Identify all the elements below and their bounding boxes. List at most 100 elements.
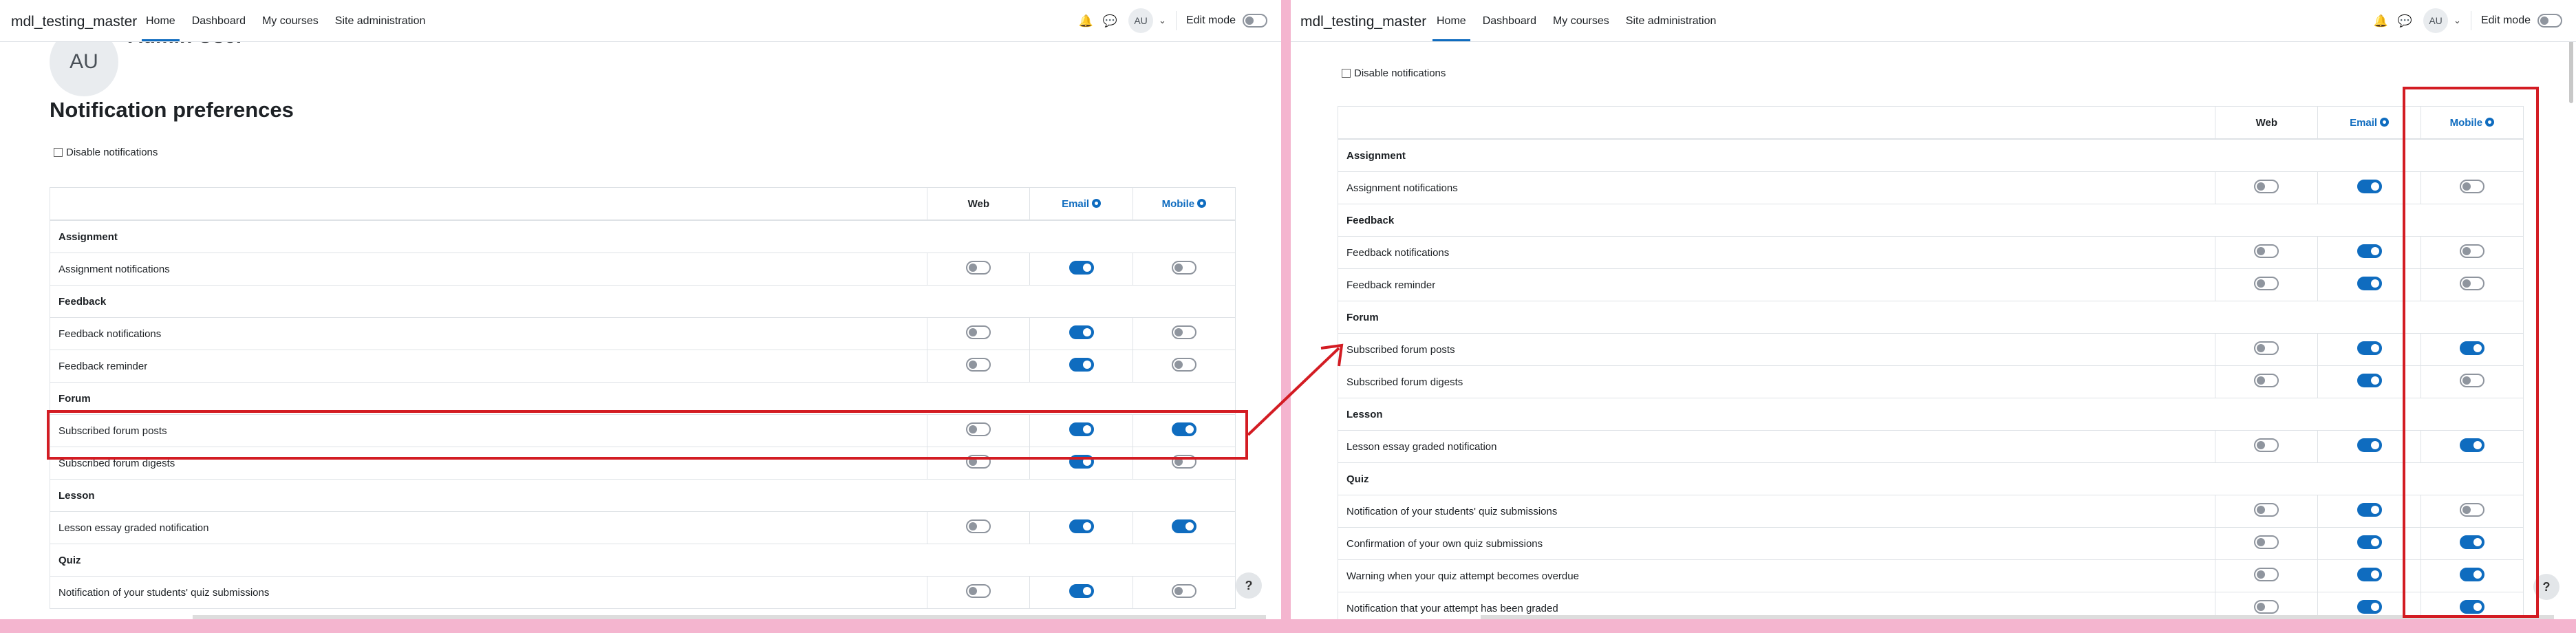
preference-label: Feedback notifications (1337, 236, 2216, 269)
left-screenshot: mdl_testing_master Home Dashboard My cou… (0, 0, 1281, 619)
component-heading: Quiz (1338, 462, 2524, 495)
nav-my-courses[interactable]: My courses (1549, 0, 1613, 41)
web-toggle-notification-that-your-attempt-has-been-graded[interactable] (2254, 600, 2279, 614)
web-toggle-notification-of-your-students-quiz-submissions[interactable] (966, 584, 991, 598)
nav-dashboard[interactable]: Dashboard (188, 0, 250, 41)
help-button[interactable]: ? (1236, 572, 1262, 599)
horizontal-scrollbar[interactable] (193, 615, 1266, 619)
web-toggle-feedback-notifications[interactable] (2254, 244, 2279, 258)
disable-notifications-label: Disable notifications (66, 147, 158, 158)
mobile-toggle-feedback-reminder[interactable] (1171, 358, 1196, 372)
site-name[interactable]: mdl_testing_master (11, 14, 137, 30)
column-header-mobile[interactable]: Mobile (1132, 187, 1236, 221)
cell-web (2215, 559, 2319, 592)
vertical-scrollbar[interactable] (2569, 34, 2573, 103)
toggle-knob (969, 361, 978, 369)
site-name[interactable]: mdl_testing_master (1300, 14, 1426, 30)
toggle-knob (1174, 587, 1183, 595)
email-toggle-warning-when-your-quiz-attempt-becomes-overdue[interactable] (2357, 568, 2382, 581)
gear-icon[interactable] (1092, 198, 1102, 208)
cell-email (1029, 511, 1133, 544)
gear-icon[interactable] (2380, 117, 2390, 127)
email-toggle-assignment-notifications[interactable] (2357, 180, 2382, 193)
web-toggle-assignment-notifications[interactable] (2254, 180, 2279, 193)
preference-row: Notification of your students' quiz subm… (1337, 495, 2524, 528)
cell-web (2215, 365, 2319, 398)
component-row: Assignment (50, 219, 1236, 253)
web-toggle-assignment-notifications[interactable] (966, 261, 991, 275)
nav-my-courses[interactable]: My courses (258, 0, 323, 41)
notification-preferences-table: Web Email Mobile Assignment Assignment no… (49, 187, 1236, 609)
toggle-knob (2370, 344, 2379, 352)
edit-mode-toggle[interactable] (1243, 14, 1267, 28)
nav-home[interactable]: Home (1432, 0, 1470, 41)
email-toggle-feedback-reminder[interactable] (2357, 277, 2382, 290)
disable-notifications-checkbox[interactable] (1342, 69, 1351, 78)
email-toggle-feedback-notifications[interactable] (2357, 244, 2382, 258)
preference-row: Assignment notifications (49, 253, 1236, 286)
chevron-down-icon[interactable]: ⌄ (2454, 15, 2461, 26)
cell-web (2215, 268, 2319, 301)
email-toggle-notification-of-your-students-quiz-submissions[interactable] (2357, 503, 2382, 517)
email-toggle-feedback-reminder[interactable] (1069, 358, 1094, 372)
edit-mode-toggle[interactable] (2537, 14, 2562, 28)
nav-site-administration[interactable]: Site administration (331, 0, 430, 41)
email-toggle-feedback-notifications[interactable] (1069, 325, 1094, 339)
web-toggle-subscribed-forum-digests[interactable] (2254, 374, 2279, 387)
email-toggle-confirmation-of-your-own-quiz-submissions[interactable] (2357, 535, 2382, 549)
user-avatar[interactable]: AU (1128, 8, 1154, 33)
cell-web (2215, 236, 2319, 269)
email-toggle-subscribed-forum-digests[interactable] (2357, 374, 2382, 387)
disable-notifications-checkbox[interactable] (54, 148, 63, 157)
preference-label: Lesson essay graded notification (49, 511, 928, 544)
mobile-toggle-assignment-notifications[interactable] (1171, 261, 1196, 275)
web-toggle-notification-of-your-students-quiz-submissions[interactable] (2254, 503, 2279, 517)
edit-mode-label: Edit mode (1185, 14, 1236, 26)
email-toggle-notification-that-your-attempt-has-been-graded[interactable] (2357, 600, 2382, 614)
chat-bubble-icon[interactable]: 💬 (2398, 15, 2412, 27)
web-toggle-feedback-reminder[interactable] (2254, 277, 2279, 290)
component-heading: Lesson (1338, 398, 2524, 431)
highlight-subscribed-forum-posts (47, 410, 1248, 460)
nav-home[interactable]: Home (142, 0, 180, 41)
web-toggle-subscribed-forum-posts[interactable] (2254, 341, 2279, 355)
preference-label: Feedback reminder (49, 350, 928, 383)
web-toggle-feedback-reminder[interactable] (966, 358, 991, 372)
web-toggle-lesson-essay-graded-notification[interactable] (2254, 438, 2279, 452)
bell-icon[interactable]: 🔔 (1079, 15, 1093, 27)
email-toggle-lesson-essay-graded-notification[interactable] (2357, 438, 2382, 452)
email-toggle-assignment-notifications[interactable] (1069, 261, 1094, 275)
right-screenshot: mdl_testing_master Home Dashboard My cou… (1291, 0, 2576, 619)
cell-mobile (1132, 576, 1236, 609)
chat-bubble-icon[interactable]: 💬 (1103, 15, 1117, 27)
horizontal-scrollbar[interactable] (1481, 615, 2554, 619)
navbar: mdl_testing_master Home Dashboard My cou… (1291, 0, 2576, 42)
web-toggle-warning-when-your-quiz-attempt-becomes-overdue[interactable] (2254, 568, 2279, 581)
chevron-down-icon[interactable]: ⌄ (1159, 15, 1166, 26)
mobile-toggle-feedback-notifications[interactable] (1171, 325, 1196, 339)
web-toggle-lesson-essay-graded-notification[interactable] (966, 519, 991, 533)
component-row: Forum (1338, 301, 2524, 334)
web-toggle-feedback-notifications[interactable] (966, 325, 991, 339)
email-toggle-subscribed-forum-posts[interactable] (2357, 341, 2382, 355)
cell-email (1029, 576, 1133, 609)
disable-notifications[interactable]: Disable notifications (54, 147, 158, 158)
mobile-toggle-lesson-essay-graded-notification[interactable] (1171, 519, 1196, 533)
user-avatar[interactable]: AU (2423, 8, 2449, 33)
component-row: Quiz (1338, 462, 2524, 495)
disable-notifications[interactable]: Disable notifications (1342, 67, 1446, 79)
toggle-knob (2370, 441, 2379, 449)
nav-site-administration[interactable]: Site administration (1622, 0, 1721, 41)
email-toggle-lesson-essay-graded-notification[interactable] (1069, 519, 1094, 533)
column-header-email[interactable]: Email (1029, 187, 1133, 221)
divider (1175, 11, 1177, 30)
web-toggle-confirmation-of-your-own-quiz-submissions[interactable] (2254, 535, 2279, 549)
mobile-toggle-notification-of-your-students-quiz-submissions[interactable] (1171, 584, 1196, 598)
email-toggle-notification-of-your-students-quiz-submissions[interactable] (1069, 584, 1094, 598)
bell-icon[interactable]: 🔔 (2374, 15, 2388, 27)
gear-icon[interactable] (1197, 198, 1207, 208)
toggle-knob (2257, 247, 2266, 255)
preference-row: Feedback reminder (1337, 268, 2524, 301)
component-row: Lesson (1338, 398, 2524, 431)
nav-dashboard[interactable]: Dashboard (1479, 0, 1541, 41)
